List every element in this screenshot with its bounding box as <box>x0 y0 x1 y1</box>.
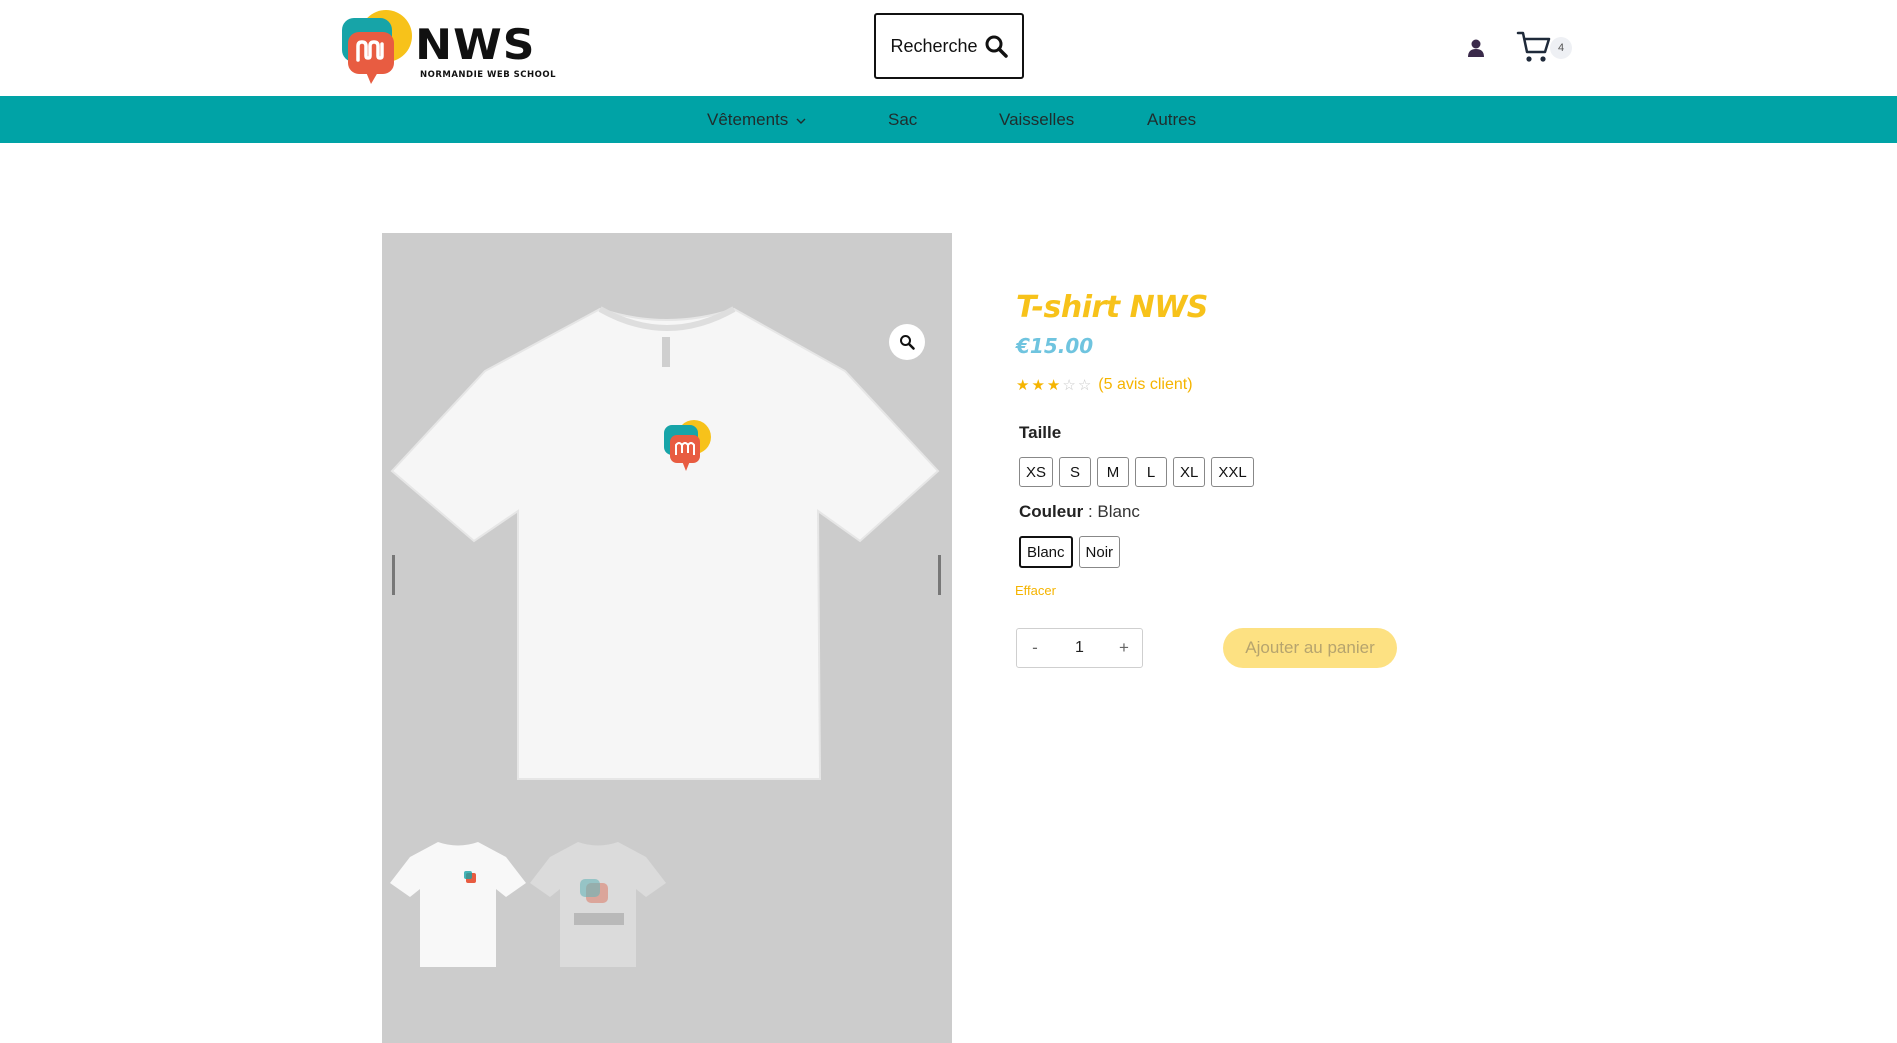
product-price: €15.00 <box>1016 334 1094 358</box>
size-option-s[interactable]: S <box>1059 457 1092 487</box>
size-option-xxl[interactable]: XXL <box>1211 457 1254 487</box>
star-icon: ☆ <box>1062 376 1076 394</box>
star-icon: ★ <box>1016 376 1030 394</box>
site-logo[interactable]: NWS NORMANDIE WEB SCHOOL <box>340 8 555 88</box>
nav-item-autres[interactable]: Autres <box>1147 96 1196 143</box>
star-icon: ☆ <box>1077 376 1092 394</box>
cart-count-badge: 4 <box>1550 37 1572 59</box>
quantity-stepper: - + <box>1016 628 1143 668</box>
gallery-thumbnail-black[interactable] <box>528 839 668 969</box>
star-icon: ★ <box>1031 376 1045 394</box>
size-label: Taille <box>1019 423 1062 442</box>
user-icon[interactable] <box>1466 38 1486 58</box>
gallery-next-arrow[interactable] <box>938 555 941 595</box>
quantity-input[interactable] <box>1053 638 1106 658</box>
color-option-noir[interactable]: Noir <box>1078 536 1121 568</box>
zoom-button[interactable] <box>889 324 925 360</box>
nws-logo-icon <box>342 10 412 84</box>
color-label: Couleur : Blanc <box>1019 502 1140 521</box>
search-button[interactable]: Recherche <box>874 13 1024 79</box>
product-title: T-shirt NWS <box>1016 290 1208 325</box>
nav-item-vaisselles[interactable]: Vaisselles <box>999 96 1074 143</box>
product-gallery <box>382 233 952 1043</box>
main-nav: Vêtements Sac Vaisselles Autres <box>0 96 1897 143</box>
size-option-m[interactable]: M <box>1097 457 1130 487</box>
qty-decrease-button[interactable]: - <box>1017 638 1053 658</box>
product-rating: ★ ★ ★ ☆ ☆ (5 avis client) <box>1016 376 1193 394</box>
size-option-xl[interactable]: XL <box>1173 457 1206 487</box>
size-options: XS S M L XL XXL <box>1019 457 1254 487</box>
star-icon: ★ <box>1046 376 1061 394</box>
search-icon <box>985 35 1008 58</box>
gallery-thumbnail-white[interactable] <box>388 839 528 969</box>
color-selected-value: Blanc <box>1097 502 1140 521</box>
color-label-name: Couleur <box>1019 502 1084 521</box>
site-header: NWS NORMANDIE WEB SCHOOL Recherche 4 <box>0 0 1897 96</box>
reviews-link[interactable]: (5 avis client) <box>1098 376 1192 394</box>
gallery-prev-arrow[interactable] <box>392 555 395 595</box>
logo-wordmark: NWS <box>415 20 536 69</box>
clear-selection-link[interactable]: Effacer <box>1015 583 1056 598</box>
cart-icon[interactable] <box>1516 30 1552 64</box>
search-label: Recherche <box>890 35 978 56</box>
size-option-xs[interactable]: XS <box>1019 457 1054 487</box>
product-main-image[interactable] <box>390 301 944 791</box>
nav-item-vetements[interactable]: Vêtements <box>707 96 806 143</box>
qty-increase-button[interactable]: + <box>1106 638 1142 658</box>
add-to-cart-button[interactable]: Ajouter au panier <box>1223 628 1397 668</box>
logo-subtitle: NORMANDIE WEB SCHOOL <box>420 70 556 80</box>
nav-item-label: Vêtements <box>707 110 789 129</box>
nav-item-sac[interactable]: Sac <box>888 96 917 143</box>
zoom-icon <box>900 335 915 350</box>
size-option-l[interactable]: L <box>1135 457 1168 487</box>
chevron-down-icon <box>796 118 806 124</box>
color-option-blanc[interactable]: Blanc <box>1019 536 1073 568</box>
color-options: Blanc Noir <box>1019 536 1121 568</box>
